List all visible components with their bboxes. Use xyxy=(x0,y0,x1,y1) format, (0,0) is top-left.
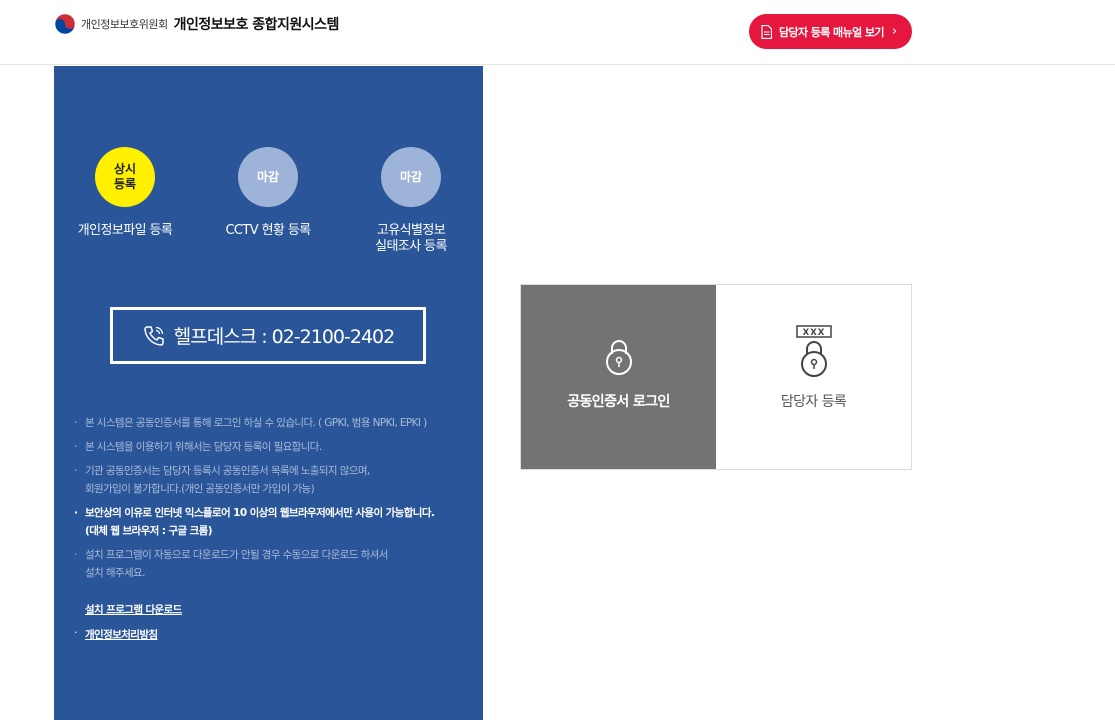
password-mask-text: XXX xyxy=(802,328,825,338)
manual-button-label: 담당자 등록 매뉴얼 보기 xyxy=(779,25,884,39)
info-panel: 상시 등록 마감 마감 개인정보파일 등록 CCTV 현황 등록 고유식별정보 … xyxy=(54,66,483,720)
notice-item-browser: 보안상의 이유로 인터넷 익스플로어 10 이상의 웹브라우저에서만 사용이 가… xyxy=(74,504,474,540)
notice-item: 기관 공동인증서는 담당자 등록시 공동인증서 목록에 노출되지 않으며, 회원… xyxy=(74,462,474,498)
reg-label-cctv[interactable]: CCTV 현황 등록 xyxy=(193,223,343,239)
cert-login-button[interactable]: 공동인증서 로그인 xyxy=(521,285,716,469)
header: 개인정보보호위원회 개인정보보호 종합지원시스템 담당자 등록 매뉴얼 보기 › xyxy=(0,0,1115,65)
notice-item: 설치 프로그램이 자동으로 다운로드가 안될 경우 수동으로 다운로드 하셔서 … xyxy=(74,546,474,582)
reg-label-file[interactable]: 개인정보파일 등록 xyxy=(50,223,200,239)
taegeuk-emblem-icon xyxy=(54,13,76,35)
notice-item: 본 시스템을 이용하기 위해서는 담당자 등록이 필요합니다. xyxy=(74,438,474,456)
document-icon xyxy=(761,24,772,39)
login-box: 공동인증서 로그인 XXX 담당자 등록 xyxy=(520,284,912,470)
helpdesk-text: 헬프데스크 : 02-2100-2402 xyxy=(173,326,395,348)
bullet-dot: · xyxy=(74,627,78,639)
password-lock-icon: XXX xyxy=(795,325,832,377)
register-button[interactable]: XXX 담당자 등록 xyxy=(716,285,911,469)
status-badge-file[interactable]: 상시 등록 xyxy=(95,147,155,207)
status-badge-cctv[interactable]: 마감 xyxy=(238,147,298,207)
install-download-link[interactable]: 설치 프로그램 다운로드 xyxy=(85,602,182,617)
notice-list: 본 시스템은 공동인증서를 통해 로그인 하실 수 있습니다. ( GPKI, … xyxy=(74,414,474,588)
chevron-right-icon: › xyxy=(891,24,898,39)
lock-icon xyxy=(605,340,632,375)
logo[interactable]: 개인정보보호위원회 개인정보보호 종합지원시스템 xyxy=(54,13,339,35)
org-name: 개인정보보호위원회 xyxy=(81,18,168,31)
privacy-policy-link[interactable]: 개인정보처리방침 xyxy=(85,627,158,642)
manual-button[interactable]: 담당자 등록 매뉴얼 보기 › xyxy=(749,14,912,49)
reg-label-unique-id[interactable]: 고유식별정보 실태조사 등록 xyxy=(336,223,486,255)
notice-item: 본 시스템은 공동인증서를 통해 로그인 하실 수 있습니다. ( GPKI, … xyxy=(74,414,474,432)
helpdesk-box: 헬프데스크 : 02-2100-2402 xyxy=(110,307,426,364)
cert-login-label: 공동인증서 로그인 xyxy=(567,394,670,410)
phone-icon xyxy=(144,325,164,346)
register-label: 담당자 등록 xyxy=(780,394,847,410)
status-badge-unique-id[interactable]: 마감 xyxy=(381,147,441,207)
system-name: 개인정보보호 종합지원시스템 xyxy=(173,17,340,33)
